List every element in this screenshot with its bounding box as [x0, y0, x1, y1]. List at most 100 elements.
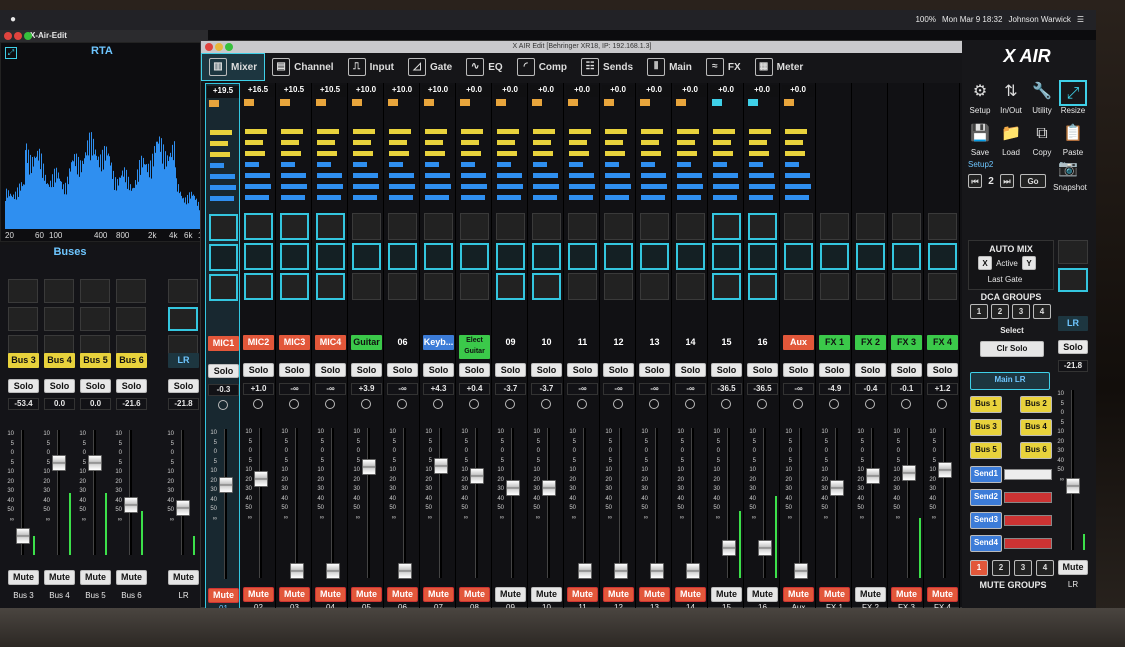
comp-block[interactable] [280, 273, 309, 300]
mute-button[interactable]: Mute [711, 587, 742, 602]
fader-knob[interactable] [794, 562, 808, 579]
eq-block[interactable] [928, 243, 957, 270]
fader-knob[interactable] [88, 454, 102, 471]
rp-resize-icon-wrap[interactable]: ⤢ [1059, 80, 1087, 106]
solo-button[interactable]: Solo [675, 363, 706, 377]
comp-block[interactable] [316, 273, 345, 300]
bus-processing-block[interactable] [44, 279, 74, 303]
lr-solo-button[interactable]: Solo [1058, 340, 1088, 354]
pan-dot-icon[interactable] [757, 399, 767, 409]
solo-button[interactable]: Solo [567, 363, 598, 377]
minimize-icon[interactable] [215, 43, 223, 51]
eq-block[interactable] [676, 243, 705, 270]
fader-knob[interactable] [578, 562, 592, 579]
pan-dot-icon[interactable] [613, 399, 623, 409]
dca-button[interactable]: 1 [970, 304, 988, 319]
fader-knob[interactable] [542, 480, 556, 496]
solo-button[interactable]: Solo [819, 363, 850, 377]
gate-block[interactable] [352, 213, 381, 240]
gate-block[interactable] [820, 213, 849, 240]
fader-knob[interactable] [290, 562, 304, 579]
pan-dot-icon[interactable] [541, 399, 551, 409]
main-lr-button[interactable]: Main LR [970, 372, 1050, 390]
channel-name-badge[interactable]: 06 [387, 335, 418, 350]
eq-block[interactable] [856, 243, 885, 270]
eq-block[interactable] [820, 243, 849, 270]
gate-block[interactable] [496, 213, 525, 240]
channel-name-badge[interactable]: MIC4 [315, 335, 346, 350]
eq-block[interactable] [209, 244, 238, 271]
solo-button[interactable]: Solo [351, 363, 382, 377]
eq-block[interactable] [280, 243, 309, 270]
comp-block[interactable] [604, 273, 633, 300]
fader-knob[interactable] [254, 471, 268, 487]
lr-processing-block[interactable] [1058, 240, 1088, 264]
mute-button[interactable]: Mute [603, 587, 634, 602]
gate-block[interactable] [316, 213, 345, 240]
solo-button[interactable]: Solo [243, 363, 274, 377]
mute-button[interactable]: Mute [891, 587, 922, 602]
solo-button[interactable]: Solo [639, 363, 670, 377]
eq-block[interactable] [712, 243, 741, 270]
bus-processing-block[interactable] [44, 307, 74, 331]
mute-group-button[interactable]: 4 [1036, 560, 1054, 576]
mute-button[interactable]: Mute [423, 587, 454, 602]
comp-block[interactable] [496, 273, 525, 300]
fader-knob[interactable] [758, 540, 772, 556]
comp-block[interactable] [928, 273, 957, 300]
fader-knob[interactable] [176, 499, 190, 516]
channel-name-badge[interactable]: 13 [639, 335, 670, 350]
solo-button[interactable]: Solo [8, 379, 39, 393]
pan-dot-icon[interactable] [361, 399, 371, 409]
comp-block[interactable] [856, 273, 885, 300]
fader-knob[interactable] [614, 562, 628, 579]
bus-processing-block[interactable] [8, 307, 38, 331]
solo-button[interactable]: Solo [891, 363, 922, 377]
mute-button[interactable]: Mute [243, 587, 274, 602]
pan-dot-icon[interactable] [649, 399, 659, 409]
bus-select-button[interactable]: Bus 5 [970, 442, 1002, 459]
rp-load-icon-wrap[interactable]: 📁 [997, 122, 1025, 148]
mute-button[interactable]: Mute [747, 587, 778, 602]
mute-button[interactable]: Mute [351, 587, 382, 602]
channel-name-badge[interactable]: 10 [531, 335, 562, 350]
channel-name-badge[interactable]: FX 2 [855, 335, 886, 350]
pan-dot-icon[interactable] [829, 399, 839, 409]
pan-dot-icon[interactable] [937, 399, 947, 409]
eq-block[interactable] [388, 243, 417, 270]
pan-dot-icon[interactable] [577, 399, 587, 409]
channel-name-badge[interactable]: Guitar [351, 335, 382, 350]
bus-processing-block[interactable] [168, 279, 198, 303]
gate-block[interactable] [640, 213, 669, 240]
lr-eq-block[interactable] [1058, 268, 1088, 292]
mute-group-button[interactable]: 1 [970, 560, 988, 576]
mute-button[interactable]: Mute [855, 587, 886, 602]
comp-block[interactable] [424, 273, 453, 300]
tab-eq[interactable]: ∿ EQ [459, 53, 509, 81]
fader-knob[interactable] [219, 476, 233, 493]
lr-mute-button[interactable]: Mute [1058, 560, 1088, 575]
tab-fx[interactable]: ≈ FX [699, 53, 748, 81]
channel-name-badge[interactable]: Keyb... [423, 335, 454, 350]
bus-select-button[interactable]: Bus 3 [970, 419, 1002, 436]
channel-name-badge[interactable]: FX 4 [927, 335, 958, 350]
bus-select-button[interactable]: Bus 1 [970, 396, 1002, 413]
solo-button[interactable]: Solo [855, 363, 886, 377]
eq-block[interactable] [316, 243, 345, 270]
gate-block[interactable] [784, 213, 813, 240]
gate-block[interactable] [568, 213, 597, 240]
mute-button[interactable]: Mute [639, 587, 670, 602]
solo-button[interactable]: Solo [80, 379, 111, 393]
go-button[interactable]: Go [1020, 174, 1046, 188]
menubar-user[interactable]: Johnson Warwick [1008, 10, 1070, 30]
eq-block[interactable] [568, 243, 597, 270]
tab-input[interactable]: ⎍ Input [341, 53, 401, 81]
bus-processing-block[interactable] [116, 307, 146, 331]
fader-knob[interactable] [398, 562, 412, 579]
pan-dot-icon[interactable] [253, 399, 263, 409]
gate-block[interactable] [748, 213, 777, 240]
channel-name-badge[interactable]: Aux [783, 335, 814, 350]
solo-button[interactable]: Solo [531, 363, 562, 377]
pan-dot-icon[interactable] [793, 399, 803, 409]
gate-block[interactable] [424, 213, 453, 240]
